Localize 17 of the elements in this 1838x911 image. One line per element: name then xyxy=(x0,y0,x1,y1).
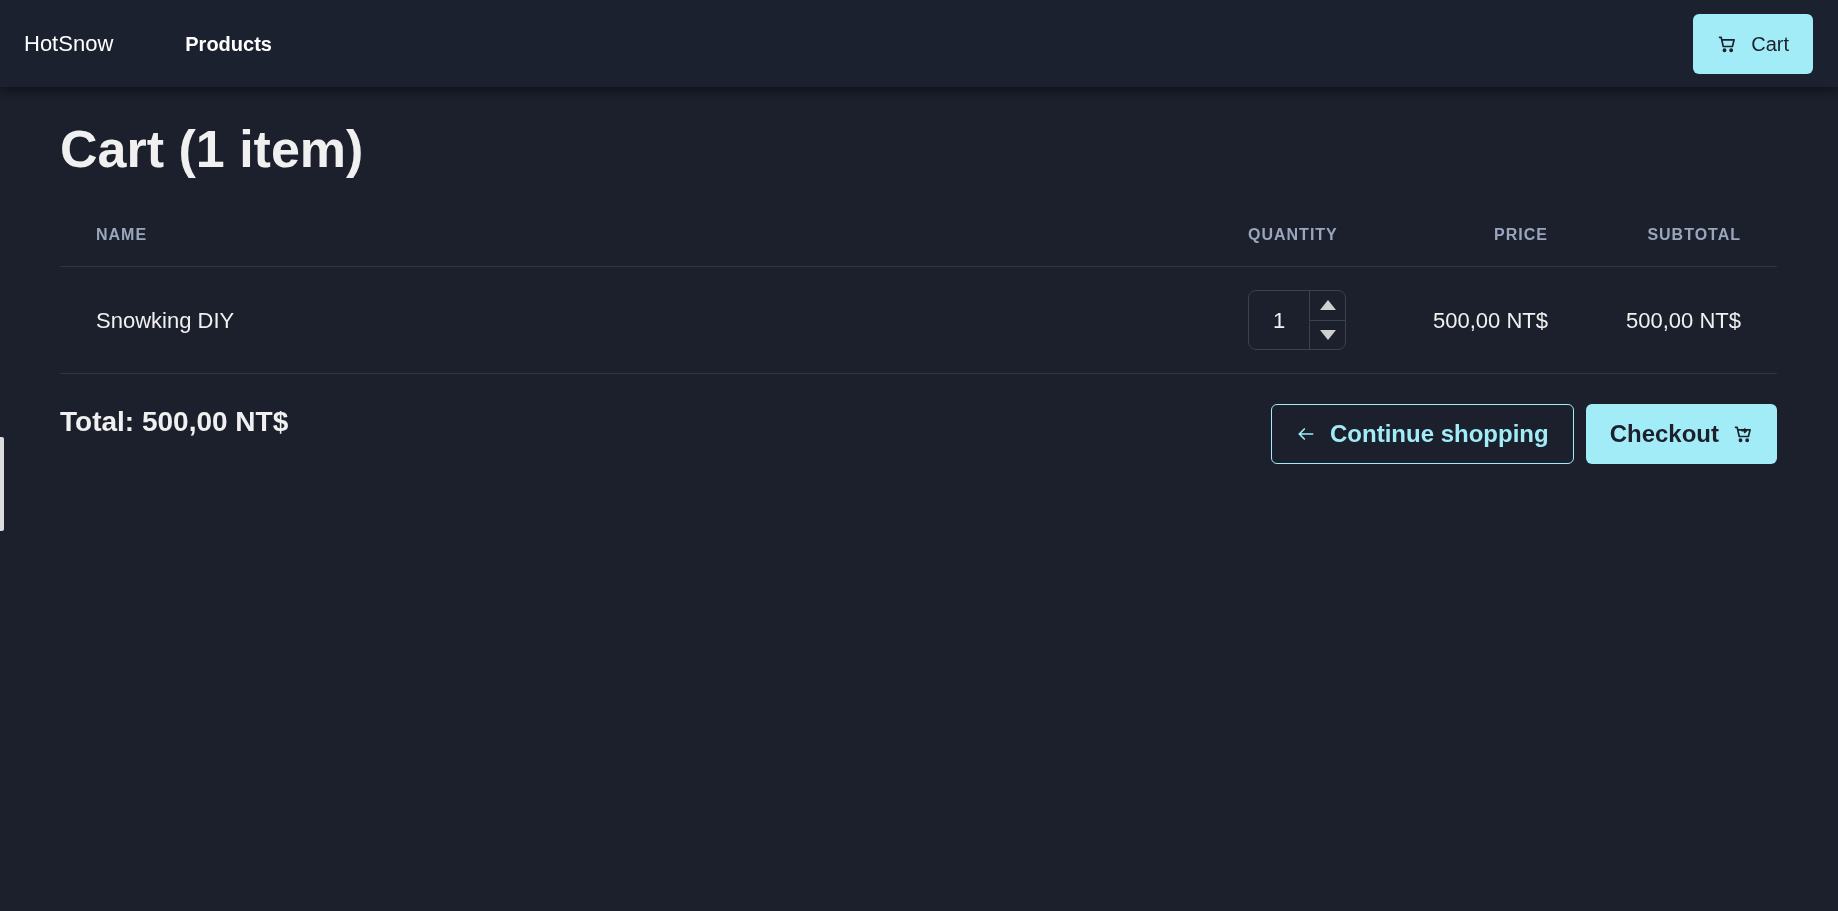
subtotal: 500,00 NT$ xyxy=(1625,306,1741,335)
column-header: PRICE xyxy=(1493,224,1548,245)
column-header: QUANTITY xyxy=(1248,224,1339,245)
column-header: SUBTOTAL xyxy=(1646,224,1741,245)
column-header: NAME xyxy=(96,224,149,245)
brand-name[interactable]: HotSnow xyxy=(24,27,114,60)
cart-arrow-icon xyxy=(1733,424,1753,444)
quantity-stepper[interactable]: 1 xyxy=(1248,290,1346,350)
checkout-button[interactable]: Checkout xyxy=(1585,404,1777,464)
total-amount: Total: 500,00 NT$ xyxy=(60,405,289,439)
product-name: Snowking DIY xyxy=(96,306,236,335)
page-title: Cart (1 item) xyxy=(60,119,365,180)
price: 500,00 NT$ xyxy=(1432,306,1548,335)
quantity-input[interactable]: 1 xyxy=(1249,291,1309,349)
continue-shopping-button[interactable]: Continue shopping xyxy=(1271,404,1574,464)
cart-button[interactable]: Cart xyxy=(1693,13,1813,74)
nav-link[interactable]: Products xyxy=(185,28,272,59)
